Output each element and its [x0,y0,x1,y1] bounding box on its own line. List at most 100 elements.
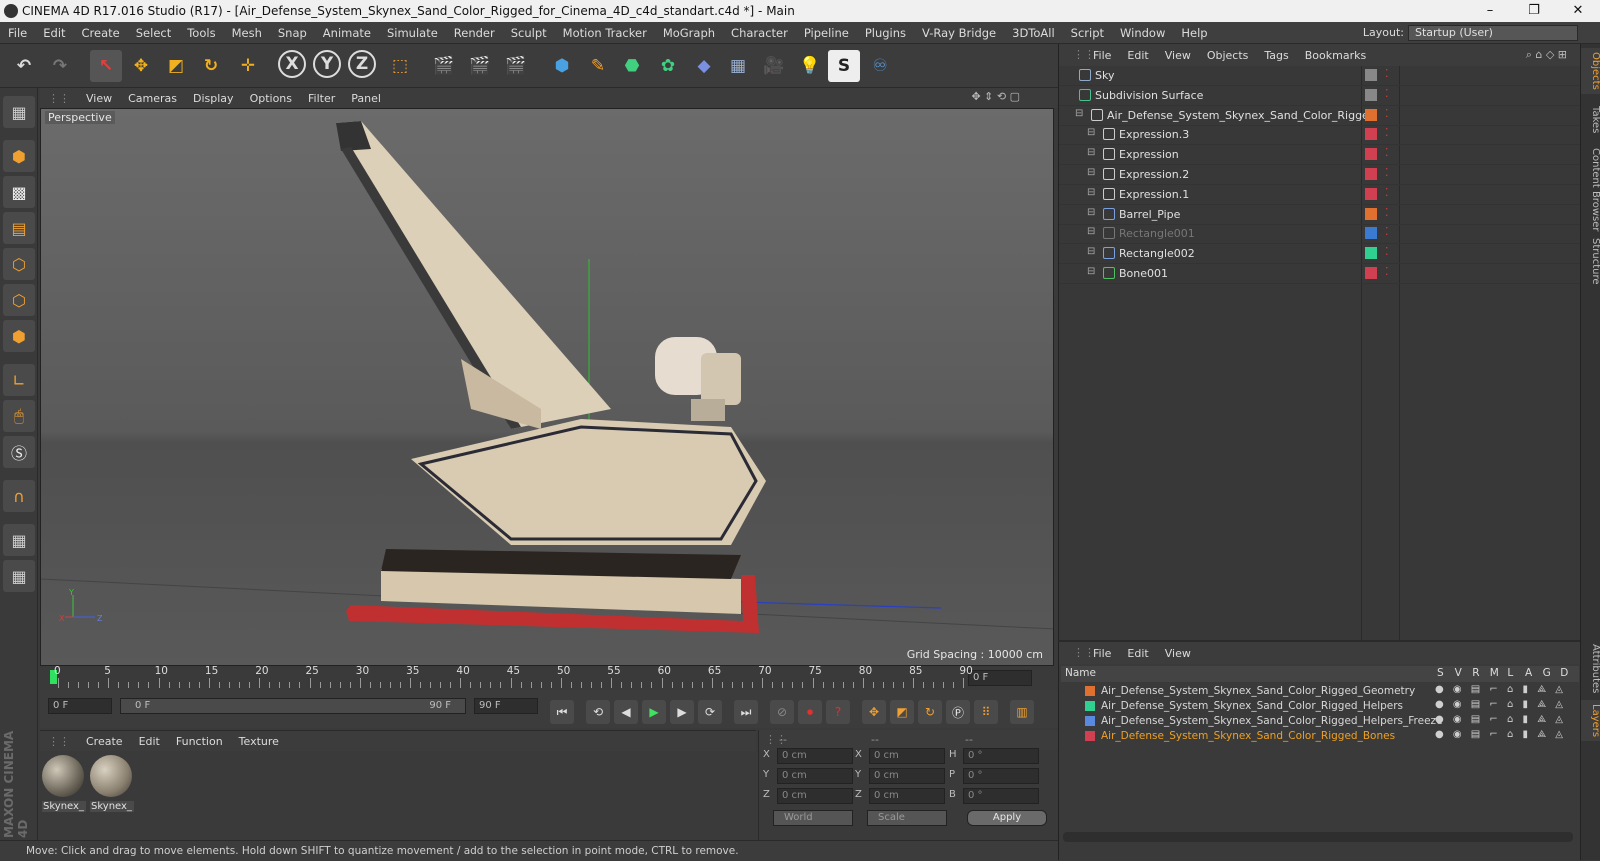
visibility-dots-icon[interactable]: ⁚ [1385,166,1389,179]
menu-file[interactable]: File [0,26,35,40]
layer-scrollbar[interactable] [1063,832,1573,842]
layer-column-r[interactable]: R [1472,667,1479,679]
render-view-icon[interactable]: 🎬 [428,50,460,82]
layer-color-swatch[interactable] [1365,148,1377,161]
side-tab-layers[interactable]: Layers [1581,700,1600,742]
material-menu-create[interactable]: Create [78,735,131,748]
menu-window[interactable]: Window [1112,26,1173,40]
menu-sculpt[interactable]: Sculpt [503,26,555,40]
timeline-icon[interactable]: ▥ [1010,700,1034,724]
expand-icon[interactable]: ⊟ [1087,187,1095,198]
expand-icon[interactable]: ⊟ [1087,207,1095,218]
viewport-menu-options[interactable]: Options [242,92,300,105]
layer-flag-icons[interactable]: ● ◉ ▤ ⌐ ⌂ ▮ ⟁ ◬ [1435,699,1566,710]
material-menu-edit[interactable]: Edit [131,735,168,748]
goto-end-icon[interactable]: ⏭ [734,700,758,724]
object-row[interactable]: ⊟ Barrel_Pipe ⁚ [1059,205,1581,225]
object-menu-edit[interactable]: Edit [1119,49,1156,62]
expand-icon[interactable]: ⊟ [1087,167,1095,178]
magnet-icon[interactable]: ∩ [3,480,35,512]
start-frame-field[interactable]: 0 F [48,698,112,714]
visibility-dots-icon[interactable]: ⁚ [1385,107,1389,120]
material-menu-texture[interactable]: Texture [231,735,287,748]
coord-value-field[interactable]: 0 cm [869,768,945,784]
expand-icon[interactable]: ⊟ [1087,127,1095,138]
layer-column-d[interactable]: D [1560,667,1568,679]
layer-column-v[interactable]: V [1455,667,1462,679]
make-editable-icon[interactable]: ▦ [3,96,35,128]
menu-animate[interactable]: Animate [315,26,379,40]
layer-column-a[interactable]: A [1525,667,1532,679]
workplane-lock-icon[interactable]: ▦ [3,524,35,556]
light-icon[interactable]: 💡 [794,50,826,82]
visibility-dots-icon[interactable]: ⁚ [1385,87,1389,100]
subdivision-icon[interactable]: ⬣ [616,50,648,82]
coord-value-field[interactable]: 0 cm [777,788,853,804]
pen-icon[interactable]: ✎ [582,50,614,82]
visibility-dots-icon[interactable]: ⁚ [1385,245,1389,258]
range-slider[interactable]: 0 F 90 F [120,698,466,714]
axis-icon[interactable]: ∟ [3,364,35,396]
maximize-icon[interactable]: ❐ [1512,0,1556,22]
menu-character[interactable]: Character [723,26,796,40]
goto-start-icon[interactable]: ⏮ [550,700,574,724]
play-icon[interactable]: ▶ [642,700,666,724]
render-settings-icon[interactable]: 🎬 [500,50,532,82]
object-row[interactable]: ⊟ Air_Defense_System_Skynex_Sand_Color_Ri… [1059,106,1581,126]
floor-icon[interactable]: ▦ [722,50,754,82]
menu-create[interactable]: Create [74,26,128,40]
coord-value-field[interactable]: 0 cm [869,788,945,804]
menu-pipeline[interactable]: Pipeline [796,26,857,40]
menu-edit[interactable]: Edit [35,26,73,40]
menu-select[interactable]: Select [128,26,179,40]
layer-color-swatch[interactable] [1365,108,1377,121]
layer-color-swatch[interactable] [1365,267,1377,279]
redo-icon[interactable]: ↷ [44,50,76,82]
apply-button[interactable]: Apply [967,810,1047,826]
layer-color-swatch[interactable] [1085,701,1095,711]
material-2[interactable]: Skynex_ [90,755,134,815]
object-row[interactable]: ⊟ Expression.3 ⁚ [1059,125,1581,146]
coord-value-field[interactable]: 0 ° [963,788,1039,804]
polygons-mode-icon[interactable]: ⬢ [3,320,35,352]
x-axis-icon[interactable]: X [278,50,306,78]
end-frame-field[interactable]: 90 F [474,698,538,714]
expand-icon[interactable]: ⊟ [1075,108,1083,119]
visibility-dots-icon[interactable]: ⁚ [1385,265,1389,278]
layer-color-swatch[interactable] [1365,227,1377,240]
texture-mode-icon[interactable]: ▩ [3,176,35,208]
material-menu-function[interactable]: Function [168,735,231,748]
key-pla-icon[interactable]: ⠿ [974,700,998,724]
object-row[interactable]: ⊟ Rectangle002 ⁚ [1059,244,1581,265]
menu-motion-tracker[interactable]: Motion Tracker [555,26,655,40]
visibility-dots-icon[interactable]: ⁚ [1385,186,1389,199]
layer-color-swatch[interactable] [1365,88,1377,101]
side-tab-objects[interactable]: Objects [1581,48,1600,94]
menu-3dtoall[interactable]: 3DToAll [1004,26,1063,40]
object-row[interactable]: ⊟ Rectangle001 ⁚ [1059,224,1581,245]
camera-icon[interactable]: 🎥 [758,50,790,82]
menu-help[interactable]: Help [1173,26,1215,40]
points-mode-icon[interactable]: ⬡ [3,248,35,280]
z-axis-icon[interactable]: Z [348,50,376,78]
workplane-icon[interactable]: ▤ [3,212,35,244]
material-1[interactable]: Skynex_ [42,755,86,815]
layer-color-swatch[interactable] [1085,716,1095,726]
layer-row[interactable]: Air_Defense_System_Skynex_Sand_Color_Rig… [1059,729,1579,744]
layer-flag-icons[interactable]: ● ◉ ▤ ⌐ ⌂ ▮ ⟁ ◬ [1435,684,1566,695]
transform-tool-icon[interactable]: ✛ [232,50,264,82]
side-tab-takes[interactable]: Takes [1581,102,1600,137]
undo-icon[interactable]: ↶ [8,50,40,82]
layer-color-swatch[interactable] [1085,686,1095,696]
layer-column-s[interactable]: S [1437,667,1444,679]
object-menu-objects[interactable]: Objects [1199,49,1257,62]
scale-tool-icon[interactable]: ◩ [160,50,192,82]
object-row[interactable]: ⊟ Bone001 ⁚ [1059,264,1581,284]
expand-icon[interactable]: ⊟ [1087,246,1095,257]
minimize-icon[interactable]: – [1468,0,1512,22]
coord-value-field[interactable]: 0 ° [963,748,1039,764]
current-frame-field[interactable]: 0 F [968,670,1032,686]
model-mode-icon[interactable]: ⬢ [3,140,35,172]
key-move-icon[interactable]: ✥ [862,700,886,724]
layer-column-m[interactable]: M [1490,667,1499,679]
